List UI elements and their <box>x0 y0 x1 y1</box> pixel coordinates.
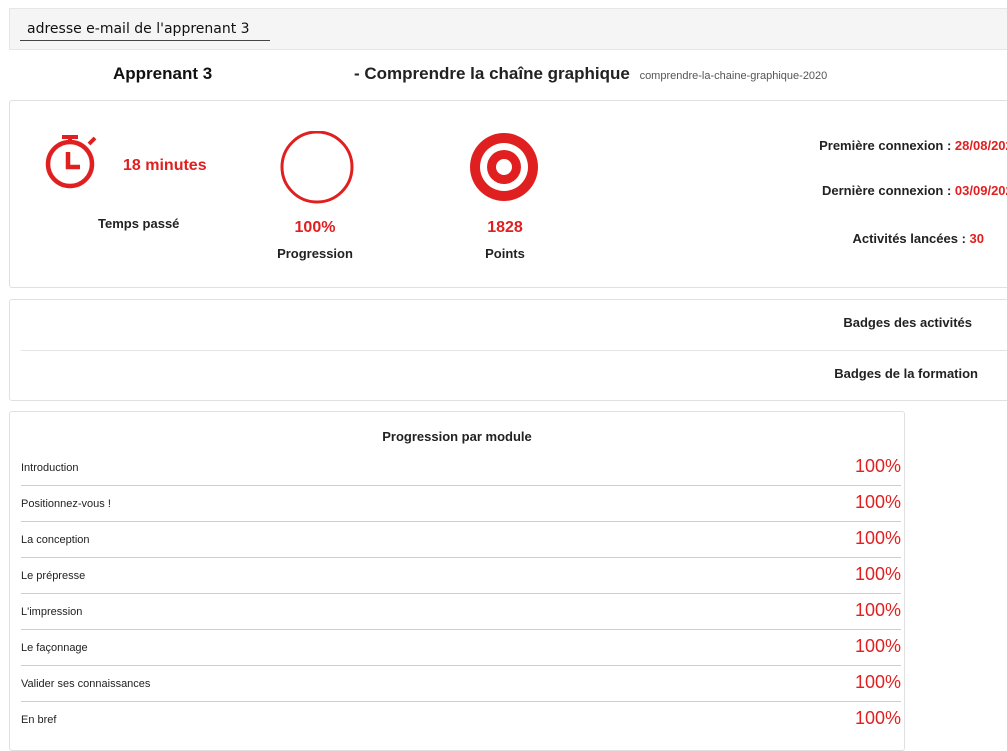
module-row: Positionnez-vous ! 100% <box>21 486 901 522</box>
module-progress-value: 100% <box>854 492 901 512</box>
activity-badges-label: Badges des activités <box>843 315 972 330</box>
module-row: Le prépresse 100% <box>21 558 901 594</box>
badges-card: Badges des activités Badges de la format… <box>9 299 1007 401</box>
module-progress-value: 100% <box>854 456 901 476</box>
module-row: L'impression 100% <box>21 594 901 630</box>
module-row: La conception 100% <box>21 522 901 558</box>
last-connection-label: Dernière connexion : <box>822 183 955 198</box>
time-spent-stat: 18 minutes Temps passé <box>40 131 230 241</box>
module-name: La conception <box>21 534 90 546</box>
first-connection-value: 28/08/2020 <box>954 138 1007 153</box>
progression-label: Progression <box>277 246 353 261</box>
module-name: Positionnez-vous ! <box>21 498 111 510</box>
target-icon <box>470 133 538 201</box>
course-slug: comprendre-la-chaine-graphique-2020 <box>639 70 828 82</box>
course-badges-label: Badges de la formation <box>834 366 978 381</box>
course-title-text: - Comprendre la chaîne graphique <box>354 64 630 83</box>
activities-launched-value: 30 <box>969 231 984 246</box>
module-row: Introduction 100% <box>21 450 901 486</box>
learner-email-field[interactable] <box>20 17 270 41</box>
module-progress-value: 100% <box>854 672 901 692</box>
module-progress-value: 100% <box>854 528 901 548</box>
time-spent-value: 18 minutes <box>123 157 207 174</box>
learner-name: Apprenant 3 <box>113 64 213 83</box>
module-name: En bref <box>21 714 57 726</box>
activity-badges-row[interactable]: Badges des activités <box>21 300 1007 351</box>
module-progress-value: 100% <box>854 600 901 620</box>
points-value: 1828 <box>487 219 523 236</box>
course-badges-row[interactable]: Badges de la formation <box>21 351 1007 401</box>
module-progress-value: 100% <box>854 636 901 656</box>
first-connection: Première connexion : 28/08/2020 <box>819 138 1007 153</box>
module-progress-title: Progression par module <box>382 429 532 444</box>
last-connection-value: 03/09/2020 <box>954 183 1007 198</box>
module-row: En bref 100% <box>21 702 901 738</box>
module-name: Valider ses connaissances <box>21 678 151 690</box>
module-row: Valider ses connaissances 100% <box>21 666 901 702</box>
activities-launched-label: Activités lancées : <box>852 231 970 246</box>
module-progress-value: 100% <box>854 708 901 728</box>
learner-stats-card: 18 minutes Temps passé 100% Progression … <box>9 100 1007 288</box>
activities-launched: Activités lancées : 30 <box>852 231 984 246</box>
first-connection-label: Première connexion : <box>819 138 955 153</box>
module-row: Le façonnage 100% <box>21 630 901 666</box>
email-bar <box>9 8 1007 50</box>
time-spent-label: Temps passé <box>98 216 180 231</box>
progress-ring-icon <box>280 131 354 204</box>
last-connection: Dernière connexion : 03/09/2020 <box>822 183 1007 198</box>
progression-stat: 100% Progression <box>265 131 365 266</box>
module-progress-value: 100% <box>854 564 901 584</box>
connection-info: Première connexion : 28/08/2020 Dernière… <box>720 101 1007 281</box>
module-progress-card: Progression par module Introduction 100%… <box>9 411 905 751</box>
progression-value: 100% <box>294 219 336 236</box>
module-name: Le façonnage <box>21 642 88 654</box>
module-name: Introduction <box>21 462 79 474</box>
stopwatch-icon <box>45 135 97 189</box>
points-stat: 1828 Points <box>455 131 555 266</box>
module-name: Le prépresse <box>21 570 86 582</box>
module-name: L'impression <box>21 606 83 618</box>
course-title: - Comprendre la chaîne graphique compren… <box>354 64 827 84</box>
points-label: Points <box>485 246 525 261</box>
